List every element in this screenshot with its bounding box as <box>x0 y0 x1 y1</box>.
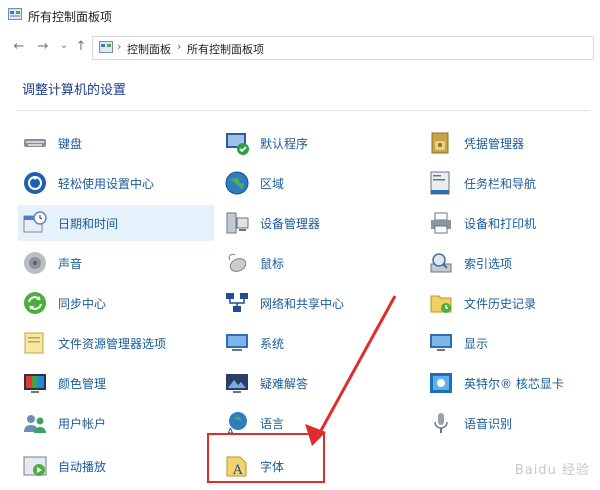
watermark: Baidu 经验 <box>514 463 590 478</box>
annotation-arrow <box>207 295 397 483</box>
